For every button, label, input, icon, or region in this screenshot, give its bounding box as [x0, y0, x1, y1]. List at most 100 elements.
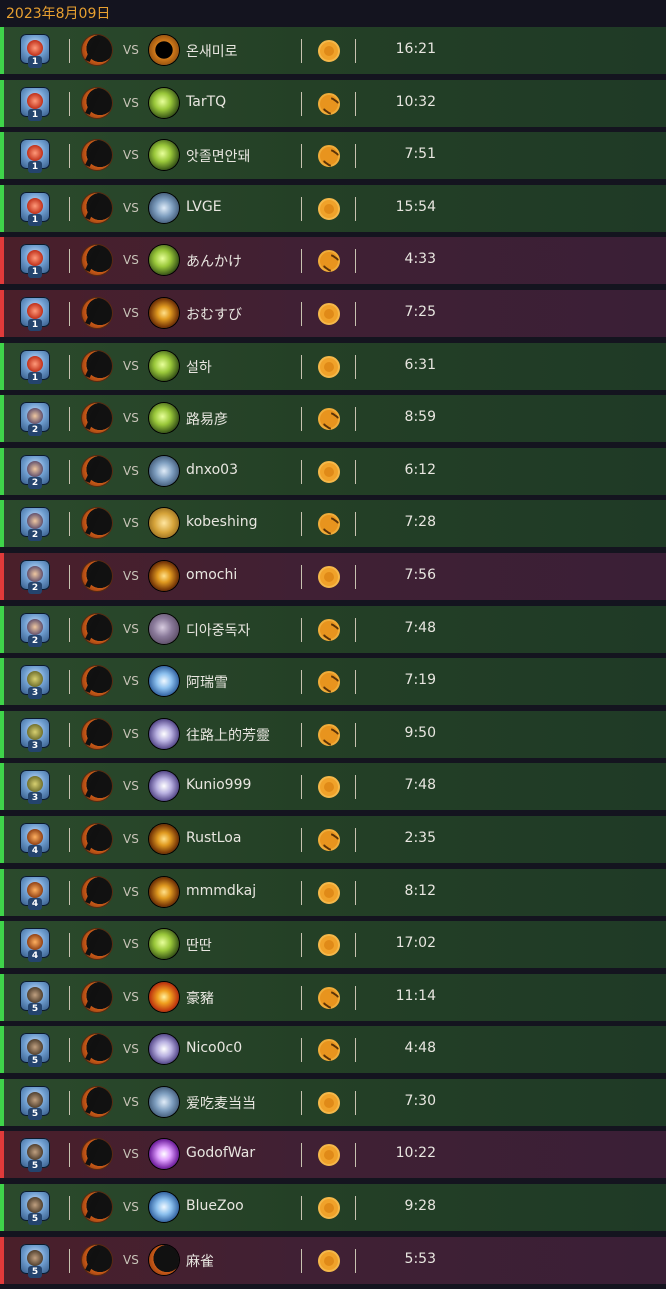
match-row[interactable]: 1 VS LVGE 15:54: [0, 184, 666, 232]
rank-badge-icon: 4: [18, 822, 52, 857]
match-row[interactable]: 4 VS RustLoa 2:35: [0, 815, 666, 863]
vs-label: VS: [123, 726, 139, 741]
match-row[interactable]: 3 VS Kunio999 7:48: [0, 763, 666, 811]
rank-number: 4: [28, 897, 42, 910]
match-row[interactable]: 2 VS kobeshing 7:28: [0, 500, 666, 548]
opponent-name[interactable]: omochi: [186, 567, 237, 583]
match-row[interactable]: 5 VS GodofWar 10:22: [0, 1131, 666, 1179]
vs-label: VS: [123, 1147, 139, 1162]
match-row[interactable]: 5 VS BlueZoo 9:28: [0, 1184, 666, 1232]
vs-label: VS: [123, 411, 139, 426]
match-row[interactable]: 1 VS 앗졸면안돼 7:51: [0, 132, 666, 180]
match-row[interactable]: 5 VS 爱吃麦当当 7:30: [0, 1078, 666, 1126]
match-duration: 8:59: [404, 409, 436, 426]
opponent-name[interactable]: あんかけ: [186, 251, 242, 271]
opponent-name[interactable]: Kunio999: [186, 777, 251, 793]
vs-label: VS: [123, 148, 139, 163]
opponent-name[interactable]: 麻雀: [186, 1251, 214, 1271]
match-row[interactable]: 1 VS TarTQ 10:32: [0, 79, 666, 127]
player-hero-icon: [82, 1244, 112, 1275]
opponent-name[interactable]: LVGE: [186, 199, 222, 215]
match-row[interactable]: 1 VS おむすび 7:25: [0, 289, 666, 337]
opponent-name[interactable]: mmmdkaj: [186, 883, 256, 899]
opponent-name[interactable]: BlueZoo: [186, 1198, 244, 1214]
rank-badge-icon: 4: [18, 875, 52, 910]
opponent-name[interactable]: 路易彦: [186, 409, 228, 429]
opponent-name[interactable]: RustLoa: [186, 830, 241, 846]
player-hero-icon: [82, 350, 112, 381]
rank-number: 3: [28, 739, 42, 752]
opponent-name[interactable]: GodofWar: [186, 1145, 255, 1161]
divider: [355, 564, 356, 589]
divider: [301, 1038, 302, 1063]
opponent-name[interactable]: おむすび: [186, 304, 242, 324]
player-hero-icon: [82, 1192, 112, 1223]
opponent-name[interactable]: 디아중독자: [186, 620, 250, 640]
opponent-name[interactable]: 阿瑞雪: [186, 672, 228, 692]
vs-label: VS: [123, 1094, 139, 1109]
match-row[interactable]: 2 VS 路易彦 8:59: [0, 395, 666, 443]
match-row[interactable]: 1 VS あんかけ 4:33: [0, 237, 666, 285]
player-hero-icon: [82, 403, 112, 434]
match-duration: 16:21: [395, 41, 436, 57]
divider: [69, 775, 70, 800]
divider: [301, 301, 302, 326]
vs-label: VS: [123, 95, 139, 110]
lime-claw-icon: [149, 245, 179, 276]
rank-badge-icon: 2: [18, 559, 52, 594]
opponent-name[interactable]: 往路上的芳靈: [186, 725, 270, 745]
match-row[interactable]: 5 VS 豪豬 11:14: [0, 973, 666, 1021]
match-row[interactable]: 2 VS 디아중독자 7:48: [0, 605, 666, 653]
vs-label: VS: [123, 884, 139, 899]
opponent-name[interactable]: 豪豬: [186, 988, 214, 1008]
match-row[interactable]: 4 VS mmmdkaj 8:12: [0, 868, 666, 916]
match-duration: 5:53: [404, 1250, 436, 1267]
match-row[interactable]: 4 VS 딴딴 17:02: [0, 921, 666, 969]
match-row[interactable]: 2 VS omochi 7:56: [0, 552, 666, 600]
opponent-name[interactable]: 앗졸면안돼: [186, 146, 250, 166]
divider: [301, 1143, 302, 1168]
rank-number: 3: [28, 792, 42, 805]
match-row[interactable]: 3 VS 阿瑞雪 7:19: [0, 658, 666, 706]
match-duration: 6:12: [404, 461, 436, 478]
opponent-name[interactable]: 설하: [186, 357, 212, 377]
vs-label: VS: [123, 937, 139, 952]
match-duration: 4:48: [404, 1040, 436, 1057]
match-row[interactable]: 3 VS 往路上的芳靈 9:50: [0, 710, 666, 758]
match-row[interactable]: 1 VS 온새미로 16:21: [0, 27, 666, 74]
match-row[interactable]: 1 VS 설하 6:31: [0, 342, 666, 390]
opponent-name[interactable]: TarTQ: [186, 94, 226, 110]
opponent-name[interactable]: dnxo03: [186, 462, 238, 478]
match-row[interactable]: 2 VS dnxo03 6:12: [0, 447, 666, 495]
player-hero-icon: [82, 823, 112, 854]
vs-label: VS: [123, 463, 139, 478]
match-row[interactable]: 5 VS Nico0c0 4:48: [0, 1026, 666, 1074]
player-hero-icon: [82, 560, 112, 591]
rank-badge-icon: 1: [18, 86, 52, 121]
divider: [69, 512, 70, 537]
opponent-name[interactable]: Nico0c0: [186, 1040, 242, 1056]
divider: [355, 617, 356, 642]
divider: [301, 459, 302, 484]
purple-blade-icon: [149, 771, 179, 802]
divider: [301, 354, 302, 379]
vs-label: VS: [123, 1042, 139, 1057]
gold-shield-icon: [149, 35, 179, 65]
rank-number: 1: [28, 108, 42, 121]
rank-badge-icon: 1: [18, 139, 52, 174]
match-row[interactable]: 5 VS 麻雀 5:53: [0, 1236, 666, 1284]
divider: [355, 775, 356, 800]
match-duration: 15:54: [395, 198, 436, 215]
divider: [69, 354, 70, 379]
divider: [69, 1248, 70, 1273]
coin-swirl-icon: [318, 671, 340, 694]
blue-sword-icon: [149, 666, 179, 697]
opponent-name[interactable]: 온새미로: [186, 41, 238, 61]
opponent-name[interactable]: kobeshing: [186, 514, 258, 530]
opponent-name[interactable]: 爱吃麦当当: [186, 1093, 256, 1113]
opponent-name[interactable]: 딴딴: [186, 935, 212, 955]
vs-label: VS: [123, 305, 139, 320]
divider: [69, 1090, 70, 1115]
purple-blade-icon: [149, 1034, 179, 1065]
rank-badge-icon: 3: [18, 770, 52, 805]
